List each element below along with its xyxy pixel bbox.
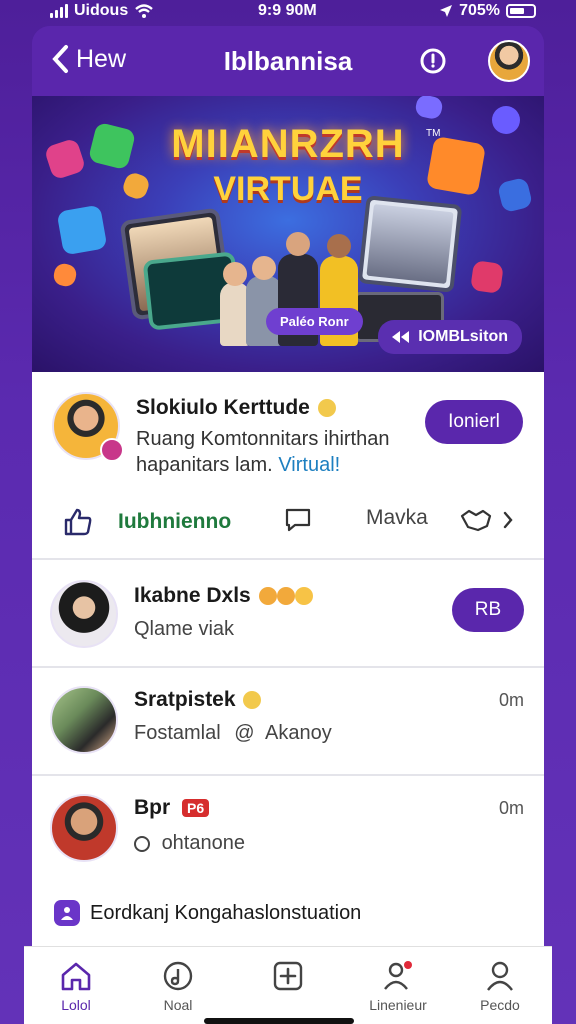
verified-badge [100,438,124,462]
banner-chip[interactable]: Paléo Ronr [266,308,363,335]
banner-tag-button[interactable]: IOMBLsiton [378,320,522,354]
comment-button[interactable] [284,506,312,534]
community-description-line2: hapanitars lam. Virtual! [136,454,340,477]
nav-music[interactable]: Noal [130,959,226,1013]
community-icon [54,900,80,926]
hero-banner[interactable]: MIIANRZRH TM VIRTUAE Paléo Ronr IOMBLsit… [32,96,544,372]
featured-community-card[interactable]: Slokiulo Kerttude Ruang Komtonnitars ihi… [32,372,544,560]
promo-link[interactable]: Eordkanj Kongahaslonstuation [54,900,361,926]
community-name-text: Slokiulo Kerttude [136,396,310,419]
list-item-subtitle-text: ohtanone [161,832,245,854]
join-button[interactable]: Ionierl [425,400,523,444]
app-container: Hew Iblbannisa MIIANRZRH TM VIRTUAE Palé… [32,26,544,1024]
list-item[interactable]: Ikabne Dxls Qlame viak RB [32,562,544,668]
list-item-time: 0m [498,690,524,710]
signal-icon [50,4,68,18]
avatar [50,580,118,648]
status-left: Uidous [50,2,154,20]
list-item-name: Sratpistek [134,688,236,711]
status-right: 705% [439,2,536,20]
at-icon: @ [234,722,255,744]
nav-home[interactable]: Lolol [28,959,124,1013]
home-icon [61,962,91,991]
person-notify-icon [384,961,412,990]
floating-icon-tile [470,260,504,294]
community-description-line1: Ruang Komtonnitars ihirthan [136,428,390,450]
nav-profile-label: Pecdo [480,997,520,1013]
emoji-icon [276,587,295,606]
nav-music-label: Noal [163,997,193,1013]
banner-tag-label: IOMBLsiton [418,328,508,345]
clock-icon [134,835,150,852]
search-icon[interactable] [418,46,448,76]
floating-icon-tile [51,261,79,289]
chevron-right-icon [503,511,513,529]
sparkle-icon [317,399,336,418]
list-item-time: 0m [498,798,524,818]
battery-percent: 705% [459,2,500,19]
featured-actions: Iubhnienno Mavka [32,482,544,560]
list-item-title: Bpr P6 [134,796,210,820]
description-text: hapanitars lam. [136,454,273,476]
people-icon [61,907,73,920]
status-bar: Uidous 9:9 90M 705% [0,0,576,24]
promo-text: Eordkanj Kongahaslonstuation [90,901,362,924]
profile-icon [487,961,513,991]
app-header: Hew Iblbannisa [32,26,544,96]
feed-list: Slokiulo Kerttude Ruang Komtonnitars ihi… [32,372,544,1024]
nav-notifications-label: Linenieur [369,997,427,1013]
list-item-subtitle: Qlame viak [134,618,235,640]
like-button[interactable]: Iubhnienno [62,506,231,538]
device-illustration [357,195,463,293]
list-item-subtitle: ohtanone [134,832,245,855]
floating-icon-tile [413,96,445,121]
phone-screen: Uidous 9:9 90M 705% Hew Iblbannisa MIIAN… [0,0,576,1024]
rewind-icon [392,331,410,343]
nav-profile[interactable]: Pecdo [452,959,548,1013]
community-name: Slokiulo Kerttude [136,396,336,420]
star-icon [243,691,262,710]
user-avatar[interactable] [488,40,530,82]
wifi-icon [135,4,154,18]
music-icon [163,961,193,991]
more-reactions-button[interactable] [460,506,514,534]
avatar [50,794,118,862]
list-item-subtitle-extra: Akanoy [265,722,332,744]
list-item-subtitle: Fostamlal @ Akanoy [134,722,332,745]
nav-add[interactable] [240,959,336,997]
thumbs-up-icon [64,508,92,536]
banner-trademark: TM [426,128,441,139]
list-item-subtitle-text: Fostamlal [134,722,221,744]
nav-notifications[interactable]: Linenieur [350,959,446,1013]
list-item-title: Ikabne Dxls [134,584,313,608]
list-item[interactable]: Bpr P6 ohtanone 0m [32,778,544,884]
list-item-name: Bpr [134,796,171,819]
banner-title: MIIANRZRH [171,122,405,166]
emoji-icon [258,587,277,606]
nav-home-label: Lolol [61,997,91,1013]
carrier-label: Uidous [74,2,129,19]
list-item-title: Sratpistek [134,688,262,712]
share-button[interactable]: Mavka [366,506,428,530]
add-icon [273,961,303,991]
avatar [50,686,118,754]
list-item-action-button[interactable]: RB [452,588,524,632]
status-time: 9:9 90M [258,2,317,19]
comment-icon [285,508,311,532]
badge: P6 [182,799,210,818]
home-indicator[interactable] [204,1018,354,1024]
list-item-name: Ikabne Dxls [134,584,251,607]
page-title: Iblbannisa [223,46,353,76]
description-link[interactable]: Virtual! [278,454,340,476]
like-label: Iubhnienno [118,510,232,533]
emoji-icon [294,587,313,606]
bottom-navigation: Lolol Noal Linenieur Pecdo [24,946,552,1024]
battery-icon [506,4,536,18]
list-item[interactable]: Sratpistek Fostamlal @ Akanoy 0m [32,670,544,776]
share-label: Mavka [366,506,428,529]
location-arrow-icon [440,5,453,17]
banner-subtitle: VIRTUAE [213,170,363,208]
floating-icon-tile [56,204,108,256]
handshake-icon [460,509,492,532]
